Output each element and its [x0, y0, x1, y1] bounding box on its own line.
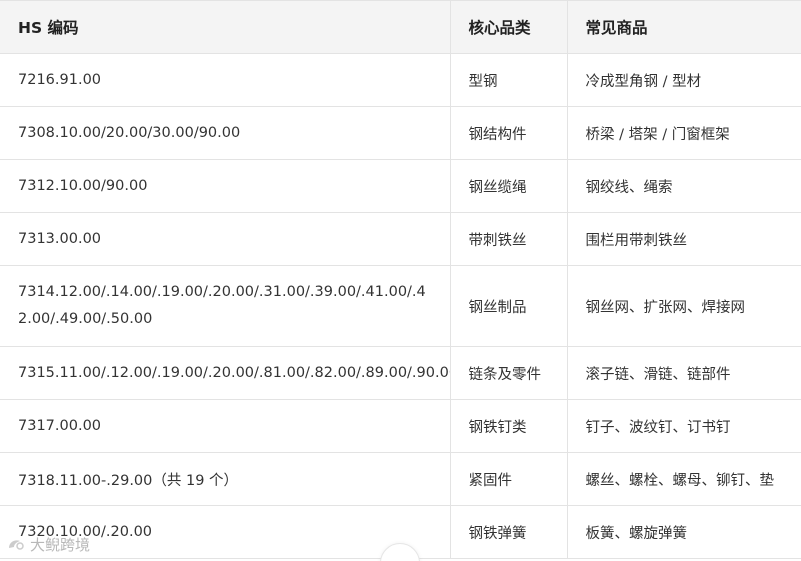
table-row: 7313.00.00 带刺铁丝 围栏用带刺铁丝 — [0, 212, 801, 266]
cell-category: 型钢 — [450, 53, 568, 107]
cell-goods: 滚子链、滑链、链部件 — [567, 346, 801, 400]
cell-hs-code: 7317.00.00 — [0, 399, 451, 453]
cell-hs-code: 7216.91.00 — [0, 53, 451, 107]
cell-goods: 钢丝网、扩张网、焊接网 — [567, 265, 801, 347]
cell-hs-code: 7312.10.00/90.00 — [0, 159, 451, 213]
table-row: 7216.91.00 型钢 冷成型角钢 / 型材 — [0, 53, 801, 107]
cell-hs-code: 7315.11.00/.12.00/.19.00/.20.00/.81.00/.… — [0, 346, 451, 400]
table-row: 7315.11.00/.12.00/.19.00/.20.00/.81.00/.… — [0, 346, 801, 400]
cell-category: 钢铁弹簧 — [450, 505, 568, 559]
cell-goods: 钉子、波纹钉、订书钉 — [567, 399, 801, 453]
table-header-row: HS 编码 核心品类 常见商品 — [0, 0, 801, 54]
cell-category: 钢丝制品 — [450, 265, 568, 347]
cell-category: 链条及零件 — [450, 346, 568, 400]
header-common-goods: 常见商品 — [567, 0, 801, 54]
cell-category: 带刺铁丝 — [450, 212, 568, 266]
cell-hs-code: 7308.10.00/20.00/30.00/90.00 — [0, 106, 451, 160]
header-hs-code: HS 编码 — [0, 0, 451, 54]
cell-goods: 冷成型角钢 / 型材 — [567, 53, 801, 107]
cell-goods: 螺丝、螺栓、螺母、铆钉、垫 — [567, 452, 801, 506]
cell-hs-code: 7314.12.00/.14.00/.19.00/.20.00/.31.00/.… — [0, 265, 451, 347]
cell-goods: 围栏用带刺铁丝 — [567, 212, 801, 266]
cell-hs-code: 7313.00.00 — [0, 212, 451, 266]
cell-goods: 板簧、螺旋弹簧 — [567, 505, 801, 559]
cell-category: 钢丝缆绳 — [450, 159, 568, 213]
table-row: 7312.10.00/90.00 钢丝缆绳 钢绞线、绳索 — [0, 159, 801, 213]
table-row: 7317.00.00 钢铁钉类 钉子、波纹钉、订书钉 — [0, 399, 801, 453]
cell-goods: 钢绞线、绳索 — [567, 159, 801, 213]
cell-category: 钢结构件 — [450, 106, 568, 160]
hs-code-table: HS 编码 核心品类 常见商品 7216.91.00 型钢 冷成型角钢 / 型材… — [0, 0, 801, 559]
table-row: 7314.12.00/.14.00/.19.00/.20.00/.31.00/.… — [0, 265, 801, 347]
cell-goods: 桥梁 / 塔架 / 门窗框架 — [567, 106, 801, 160]
page: HS 编码 核心品类 常见商品 7216.91.00 型钢 冷成型角钢 / 型材… — [0, 0, 801, 561]
table-row: 7308.10.00/20.00/30.00/90.00 钢结构件 桥梁 / 塔… — [0, 106, 801, 160]
cell-hs-code: 7318.11.00-.29.00（共 19 个） — [0, 452, 451, 506]
table-row: 7318.11.00-.29.00（共 19 个） 紧固件 螺丝、螺栓、螺母、铆… — [0, 452, 801, 506]
cell-category: 钢铁钉类 — [450, 399, 568, 453]
header-core-category: 核心品类 — [450, 0, 568, 54]
cell-hs-code: 7320.10.00/.20.00 — [0, 505, 451, 559]
cell-category: 紧固件 — [450, 452, 568, 506]
